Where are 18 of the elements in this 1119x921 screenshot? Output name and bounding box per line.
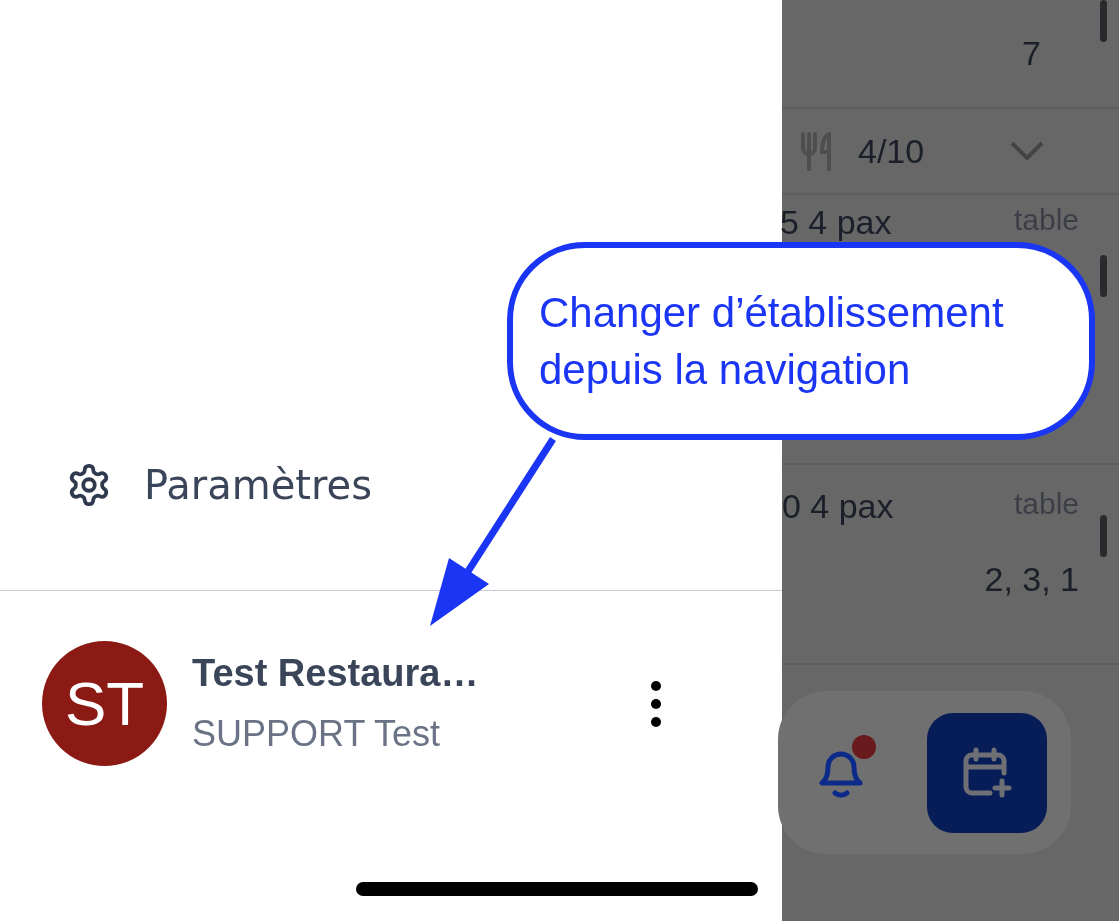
scroll-indicator	[1100, 255, 1107, 297]
count: 7	[1022, 34, 1041, 73]
callout-text: Changer d’établissement depuis la navigation	[539, 288, 1005, 395]
table-numbers: 2, 3, 1	[984, 560, 1079, 599]
user-name: SUPPORT Test	[192, 713, 442, 755]
settings-item[interactable]: Paramètres	[0, 440, 782, 530]
scroll-indicator	[1100, 0, 1107, 42]
scroll-indicator	[1100, 515, 1107, 557]
covers-count: 4/10	[858, 131, 925, 171]
establishment-name: Test Restaura…	[192, 652, 480, 695]
cutlery-icon	[800, 131, 834, 171]
calendar-plus-icon	[962, 746, 1012, 799]
chevron-down-icon[interactable]	[1010, 141, 1045, 161]
avatar: ST	[42, 641, 167, 766]
more-button[interactable]	[650, 680, 662, 727]
more-icon	[650, 680, 662, 727]
booking-time-pax: 0 4 pax	[782, 487, 894, 526]
new-booking-button[interactable]	[927, 712, 1047, 833]
